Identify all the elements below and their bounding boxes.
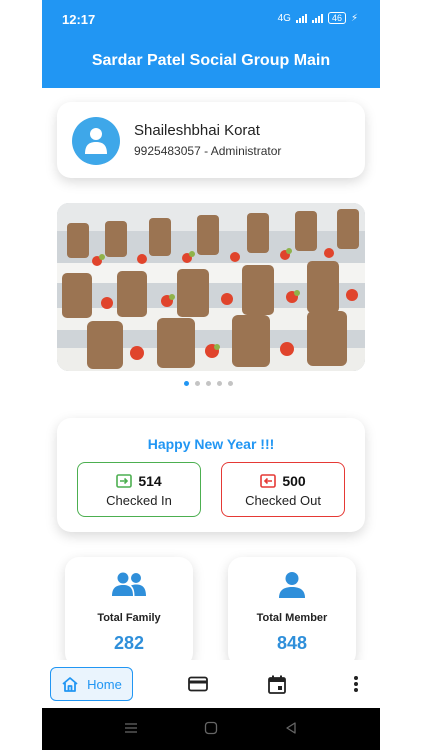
profile-details: 9925483057 - Administrator — [134, 144, 282, 158]
status-bar: 12:17 4G 46 ⚡ — [42, 0, 380, 38]
checked-in-count: 514 — [138, 473, 162, 489]
status-time: 12:17 — [62, 12, 96, 27]
profile-card[interactable]: Shaileshbhai Korat 9925483057 - Administ… — [57, 102, 365, 178]
event-title: Happy New Year !!! — [147, 436, 275, 452]
person-icon — [228, 571, 356, 599]
nav-home[interactable]: Home — [50, 667, 133, 701]
total-member-card[interactable]: Total Member 848 — [228, 557, 356, 667]
banner-image — [57, 203, 365, 371]
nav-calendar[interactable] — [265, 672, 289, 696]
total-family-value: 282 — [113, 633, 145, 653]
carousel-dot[interactable] — [195, 381, 200, 386]
family-group-icon — [65, 571, 193, 597]
page-title: Sardar Patel Social Group Main — [91, 52, 331, 69]
signal-icon — [295, 13, 307, 23]
nav-card[interactable] — [186, 672, 210, 696]
bottom-nav: Home — [42, 660, 380, 708]
signal-icon-2 — [311, 13, 323, 23]
back-icon — [286, 722, 296, 734]
total-member-label: Total Member — [256, 612, 328, 624]
checked-in-button[interactable]: 514 Checked In — [77, 462, 201, 517]
network-label: 4G — [277, 12, 291, 24]
total-member-value: 848 — [276, 633, 308, 653]
checked-out-label: Checked Out — [245, 493, 321, 508]
more-vert-icon — [354, 676, 358, 692]
home-icon — [62, 677, 78, 692]
avatar — [72, 117, 120, 165]
nav-home-label: Home — [87, 676, 122, 692]
checked-in-label: Checked In — [106, 493, 172, 508]
event-card: Happy New Year !!! 514 Checked In 500 Ch… — [57, 418, 365, 532]
person-icon — [85, 128, 107, 154]
checked-out-button[interactable]: 500 Checked Out — [221, 462, 345, 517]
profile-name: Shaileshbhai Korat — [134, 122, 260, 139]
carousel-dot[interactable] — [206, 381, 211, 386]
total-family-card[interactable]: Total Family 282 — [65, 557, 193, 667]
app-screen: 12:17 4G 46 ⚡ Sardar Patel Social Group … — [42, 0, 380, 750]
recent-apps-icon — [125, 723, 137, 733]
home-circle-icon — [204, 721, 218, 735]
status-icons: 4G 46 ⚡ — [278, 12, 358, 24]
battery-icon: 46 — [327, 12, 346, 24]
app-bar: 12:17 4G 46 ⚡ Sardar Patel Social Group … — [42, 0, 380, 88]
nav-more[interactable] — [344, 672, 368, 696]
calendar-icon — [268, 675, 286, 694]
carousel-dot[interactable] — [217, 381, 222, 386]
login-icon — [116, 474, 133, 488]
carousel-dot[interactable] — [184, 381, 189, 386]
carousel-indicator — [184, 381, 233, 386]
charging-icon: ⚡ — [350, 12, 358, 24]
checked-out-count: 500 — [282, 473, 306, 489]
card-icon — [188, 676, 208, 692]
logout-icon — [260, 474, 277, 488]
system-nav-bar — [42, 708, 380, 750]
carousel-dot[interactable] — [228, 381, 233, 386]
total-family-label: Total Family — [97, 612, 161, 624]
banner-carousel[interactable] — [57, 203, 365, 371]
